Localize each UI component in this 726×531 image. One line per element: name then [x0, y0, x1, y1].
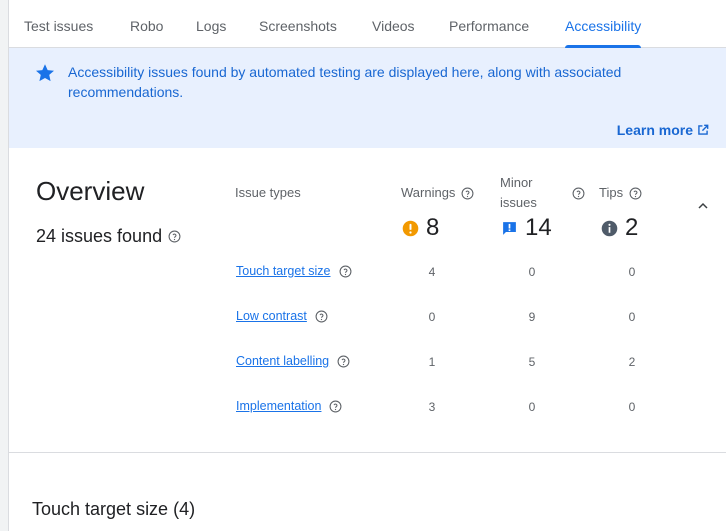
feedback-icon — [503, 221, 516, 235]
tips-total: 2 — [601, 214, 638, 242]
tab-accessibility[interactable]: Accessibility — [565, 0, 642, 48]
tab-test-issues[interactable]: Test issues — [24, 0, 93, 48]
tips-header: Tips — [599, 183, 642, 203]
help-icon[interactable] — [329, 400, 342, 413]
issue-link-label: Implementation — [236, 399, 322, 413]
cell-warnings: 4 — [428, 265, 436, 279]
info-banner: Accessibility issues found by automated … — [8, 48, 726, 148]
issue-link-content-labelling[interactable]: Content labelling — [236, 354, 350, 368]
tips-total-value: 2 — [625, 214, 639, 241]
help-icon[interactable] — [315, 310, 328, 323]
learn-more-label: Learn more — [616, 122, 693, 138]
cell-minor: 0 — [528, 265, 536, 279]
cell-warnings: 0 — [428, 310, 436, 324]
cell-minor: 5 — [528, 355, 536, 369]
tab-performance[interactable]: Performance — [449, 0, 529, 48]
warnings-header: Warnings — [401, 183, 474, 203]
help-icon[interactable] — [337, 355, 350, 368]
chevron-up-icon[interactable] — [695, 198, 711, 214]
cell-tips: 0 — [628, 400, 636, 414]
star-icon — [36, 64, 54, 82]
warnings-total: 8 — [402, 214, 439, 242]
tips-header-label: Tips — [599, 185, 624, 200]
help-icon[interactable] — [339, 265, 352, 278]
cell-tips: 2 — [628, 355, 636, 369]
help-icon[interactable] — [461, 187, 474, 200]
tab-videos[interactable]: Videos — [372, 0, 415, 48]
issue-link-touch-target-size[interactable]: Touch target size — [236, 264, 352, 278]
section-title: Touch target size (4) — [32, 499, 196, 519]
help-icon[interactable] — [629, 187, 642, 200]
tab-robo[interactable]: Robo — [130, 0, 163, 48]
banner-message: Accessibility issues found by automated … — [68, 64, 622, 100]
cell-tips: 0 — [628, 310, 636, 324]
info-icon — [601, 220, 618, 236]
help-icon[interactable] — [168, 230, 181, 243]
tab-logs[interactable]: Logs — [196, 0, 226, 48]
learn-more-link[interactable]: Learn more — [617, 122, 710, 138]
issues-found-label: 24 issues found — [36, 226, 163, 246]
overview-card: Overview 24 issues found Issue types War… — [8, 148, 726, 453]
tab-bar: Test issues Robo Logs Screenshots Videos… — [8, 0, 726, 48]
issue-link-label: Touch target size — [236, 264, 331, 278]
issue-link-low-contrast[interactable]: Low contrast — [236, 309, 328, 323]
minor-issues-total: 14 — [501, 214, 552, 242]
tab-screenshots[interactable]: Screenshots — [259, 0, 337, 48]
help-icon[interactable] — [572, 187, 585, 200]
cell-tips: 0 — [628, 265, 636, 279]
warning-icon — [402, 220, 419, 236]
cell-warnings: 1 — [428, 355, 436, 369]
issue-types-header: Issue types — [235, 185, 301, 200]
issue-link-label: Content labelling — [236, 354, 330, 368]
warnings-header-label: Warnings — [401, 185, 456, 200]
open-in-new-icon — [698, 124, 709, 135]
issue-link-label: Low contrast — [236, 309, 307, 323]
cell-minor: 9 — [528, 310, 536, 324]
overview-title: Overview — [36, 176, 145, 206]
issues-found: 24 issues found — [36, 226, 181, 247]
minor-issues-total-value: 14 — [525, 214, 552, 241]
issue-link-implementation[interactable]: Implementation — [236, 399, 342, 413]
minor-issues-header: Minor issues — [500, 175, 537, 210]
cell-minor: 0 — [528, 400, 536, 414]
touch-target-section: Touch target size (4) — [8, 453, 726, 531]
warnings-total-value: 8 — [426, 214, 440, 241]
cell-warnings: 3 — [428, 400, 436, 414]
